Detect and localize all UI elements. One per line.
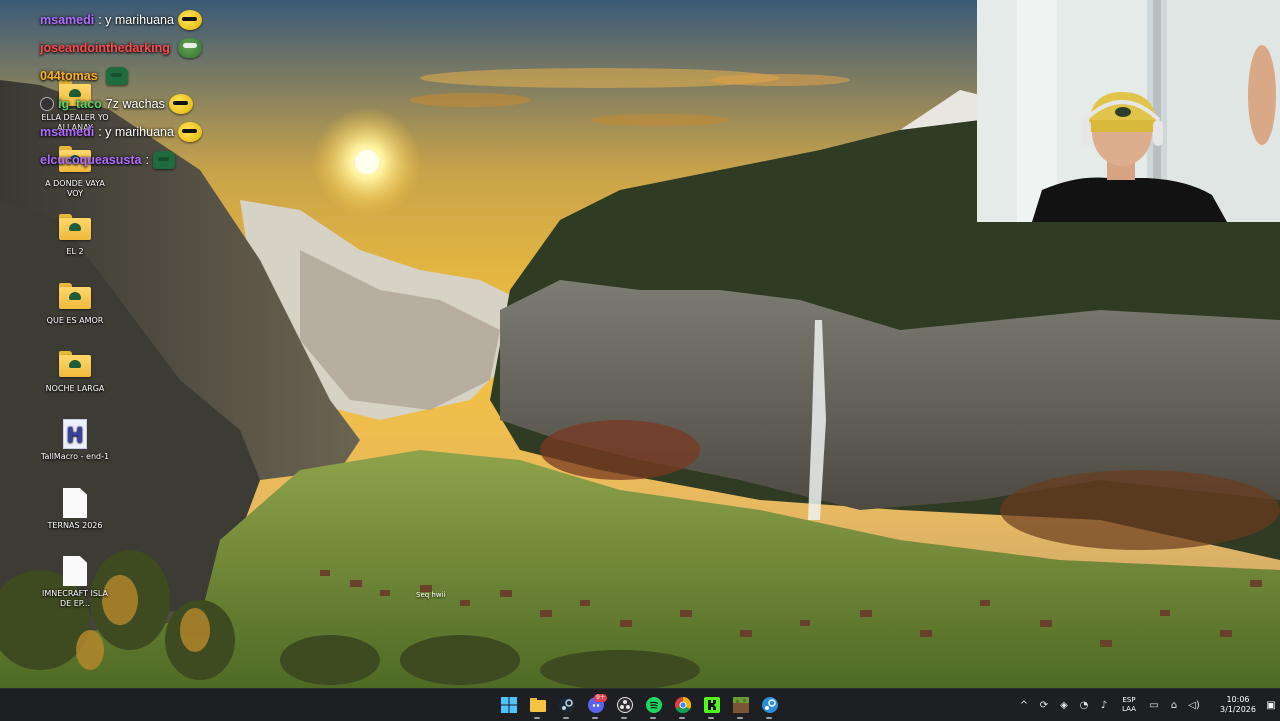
language-indicator[interactable]: ESP LAA [1114,696,1144,714]
sunglasses-emote-icon [177,10,202,30]
system-tray: ^ ⟳ ◈ ◔ ♪ ESP LAA ▭ ⌂ ◁) 10:06 3/1/2026 … [1014,689,1280,721]
folder-icon [59,351,91,381]
chat-message: joseandointhedarking [40,34,240,62]
clock-time: 10:06 [1226,695,1250,704]
taskbar-file-explorer[interactable] [523,689,552,721]
steam-icon [558,697,575,713]
minecraft-icon [732,697,749,713]
network-icon[interactable]: ⌂ [1164,689,1184,721]
chat-message: ig_taco 7z wachas [40,90,240,118]
folder-icon [59,214,91,244]
chat-username: ig_taco [58,97,102,111]
chat-username: elcucoqueasusta [40,153,142,167]
sunglasses-emote-icon [177,122,202,142]
desktop-icon-label: TallMacro - end-1 [40,452,110,461]
notification-badge: 9+ [594,694,607,702]
show-hidden-icons-button[interactable]: ^ [1014,689,1034,721]
taskbar-obs[interactable] [610,689,639,721]
taskbar-kick[interactable] [697,689,726,721]
document-icon [63,488,87,518]
desktop-icon-folder-3[interactable]: EL 2 [39,214,111,257]
taskbar-clock[interactable]: 10:06 3/1/2026 [1214,695,1262,715]
chat-username: msamedi [40,125,95,139]
folder-icon [529,698,546,712]
tray-wifi-icon[interactable]: ◔ [1074,689,1094,721]
spotify-icon [645,697,662,713]
pepe-emote-icon [177,38,202,58]
desktop-icon-folder-5[interactable]: NOCHE LARGA [39,351,111,394]
taskbar-steam-2[interactable] [755,689,784,721]
desktop-hover-tooltip: Seq hwii [416,591,446,599]
sunglasses-emote-icon [168,94,193,114]
microphone-icon[interactable]: ♪ [1094,689,1114,721]
taskbar-minecraft[interactable] [726,689,755,721]
stream-chat-overlay: msamedi : y marihuana joseandointhedarki… [40,6,240,174]
cap-emote-icon [105,67,128,85]
taskbar-chrome[interactable] [668,689,697,721]
webcam-feed [977,0,1280,222]
chat-message: msamedi : y marihuana [40,6,240,34]
chat-badge-icon [40,97,54,111]
desktop-icon-label: EL 2 [66,247,84,256]
desktop-icon-label: QUE ES AMOR [46,316,104,325]
chat-message: 044tomas [40,62,240,90]
volume-icon[interactable]: ◁) [1184,689,1204,721]
chat-message: elcucoqueasusta : [40,146,240,174]
chat-username: 044tomas [40,69,98,83]
keyboard-layout: LAA [1122,705,1136,713]
desktop-icon-folder-4[interactable]: QUE ES AMOR [39,283,111,326]
chat-username: msamedi [40,13,95,27]
taskbar-steam[interactable] [552,689,581,721]
chat-text: : y marihuana [98,125,174,139]
steam-icon [761,697,778,713]
chat-text: 7z wachas [105,97,165,111]
windows-logo-icon [500,697,517,713]
chevron-up-icon: ^ [1019,699,1029,711]
desktop-icon-label: A DONDE VAYA VOY [45,179,105,198]
language-code: ESP [1122,696,1136,704]
start-button[interactable] [494,689,523,721]
taskbar-discord[interactable]: 9+ [581,689,610,721]
chat-username: joseandointhedarking [40,41,170,55]
kick-icon [703,697,720,713]
chrome-icon [674,697,691,713]
taskbar-pinned-apps: 9+ [494,689,784,721]
notification-bell-icon[interactable]: ▣ [1262,689,1280,721]
folder-icon [59,283,91,313]
webcam-overlay [977,0,1280,222]
chat-text: : [145,153,149,167]
display-icon[interactable]: ▭ [1144,689,1164,721]
chat-text: : y marihuana [98,13,174,27]
taskbar-spotify[interactable] [639,689,668,721]
desktop-icon-minecraft-doc[interactable]: IMNECRAFT ISLA DE EP... [39,556,111,609]
cap-emote-icon [152,151,175,169]
macro-app-icon: H [63,419,87,449]
desktop-icon-ternas[interactable]: TERNAS 2026 [39,488,111,531]
document-icon [63,556,87,586]
tray-network-shield-icon[interactable]: ◈ [1054,689,1074,721]
desktop-icon-label: IMNECRAFT ISLA DE EP... [41,589,109,608]
taskbar: 9+ ^ ⟳ ◈ ◔ ♪ ESP LAA ▭ ⌂ ◁) 10:06 3/1/20… [0,688,1280,721]
desktop-icon-tallmacro[interactable]: H TallMacro - end-1 [39,419,111,462]
clock-date: 3/1/2026 [1220,705,1256,714]
obs-icon [616,697,633,713]
desktop-icon-label: NOCHE LARGA [45,384,105,393]
desktop-icon-label: TERNAS 2026 [47,521,103,530]
tray-sync-icon[interactable]: ⟳ [1034,689,1054,721]
chat-message: msamedi : y marihuana [40,118,240,146]
